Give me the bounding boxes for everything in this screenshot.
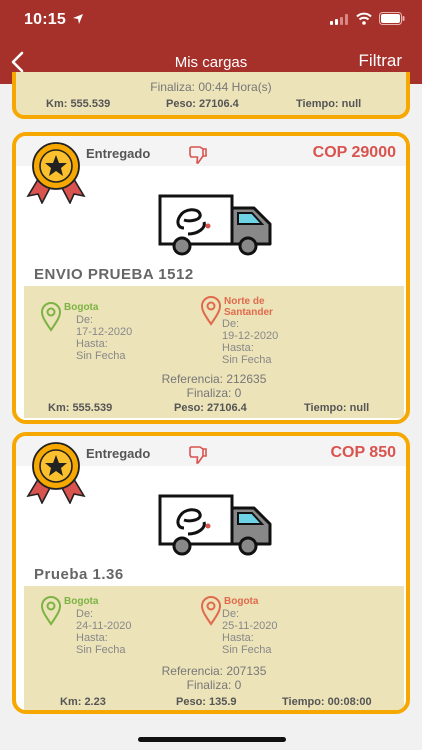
load-name: ENVIO PRUEBA 1512 bbox=[34, 266, 194, 283]
destination-city: Bogota bbox=[224, 596, 259, 607]
map-pin-icon bbox=[200, 596, 222, 626]
map-pin-icon bbox=[40, 302, 62, 332]
map-pin-icon bbox=[40, 596, 62, 626]
finaliza-text: Finaliza: 0 bbox=[186, 678, 242, 692]
thumbs-down-icon[interactable] bbox=[188, 145, 208, 165]
origin-city: Bogota bbox=[64, 302, 99, 313]
filter-button[interactable]: Filtrar bbox=[359, 51, 402, 71]
destination-city: Norte de Santander bbox=[224, 296, 273, 318]
route-details: Bogota De: 24-11-2020 Hasta: Sin Fecha B… bbox=[24, 586, 404, 710]
origin-until-date: Sin Fecha bbox=[76, 350, 126, 362]
location-arrow-icon bbox=[73, 14, 83, 24]
status-text: Entregado bbox=[86, 446, 151, 461]
wifi-icon bbox=[356, 12, 372, 25]
price-text: COP 850 bbox=[330, 444, 396, 461]
reference-text: Referencia: 212635 bbox=[161, 372, 267, 386]
reference-text: Referencia: 207135 bbox=[161, 664, 267, 678]
load-card[interactable]: Entregado COP 850 Prueba 1.36 Bogota De:… bbox=[12, 432, 410, 714]
load-name: Prueba 1.36 bbox=[34, 566, 124, 583]
map-pin-icon bbox=[200, 296, 222, 326]
km-text: Km: 555.539 bbox=[46, 98, 111, 110]
destination-until-date: Sin Fecha bbox=[222, 644, 272, 656]
peso-text: Peso: 135.9 bbox=[176, 696, 237, 708]
signal-icon bbox=[330, 14, 348, 25]
battery-icon bbox=[379, 12, 405, 25]
home-indicator[interactable] bbox=[138, 737, 286, 742]
truck-icon bbox=[158, 194, 272, 256]
load-card-partial[interactable]: Finaliza: 00:44 Hora(s) Km: 555.539 Peso… bbox=[12, 72, 410, 119]
route-details: Bogota De: 17-12-2020 Hasta: Sin Fecha N… bbox=[24, 286, 404, 418]
destination-until-date: Sin Fecha bbox=[222, 354, 272, 366]
medal-icon bbox=[26, 142, 86, 204]
price-text: COP 29000 bbox=[312, 144, 396, 161]
peso-text: Peso: 27106.4 bbox=[166, 98, 239, 110]
finaliza-text: Finaliza: 0 bbox=[186, 386, 242, 400]
km-text: Km: 555.539 bbox=[48, 402, 113, 414]
tiempo-text: Tiempo: 00:08:00 bbox=[282, 696, 372, 708]
status-text: Entregado bbox=[86, 146, 151, 161]
medal-icon bbox=[26, 442, 86, 504]
thumbs-down-icon[interactable] bbox=[188, 445, 208, 465]
peso-text: Peso: 27106.4 bbox=[174, 402, 247, 414]
km-text: Km: 2.23 bbox=[60, 696, 106, 708]
status-time: 10:15 bbox=[24, 11, 66, 28]
load-card[interactable]: Entregado COP 29000 ENVIO PRUEBA 1512 Bo… bbox=[12, 132, 410, 424]
truck-icon bbox=[158, 494, 272, 556]
origin-until-date: Sin Fecha bbox=[76, 644, 126, 656]
finaliza-text: Finaliza: 00:44 Hora(s) bbox=[150, 80, 272, 94]
tiempo-text: Tiempo: null bbox=[304, 402, 370, 414]
origin-city: Bogota bbox=[64, 596, 99, 607]
status-bar: 10:15 bbox=[0, 0, 422, 40]
tiempo-text: Tiempo: null bbox=[296, 98, 362, 110]
